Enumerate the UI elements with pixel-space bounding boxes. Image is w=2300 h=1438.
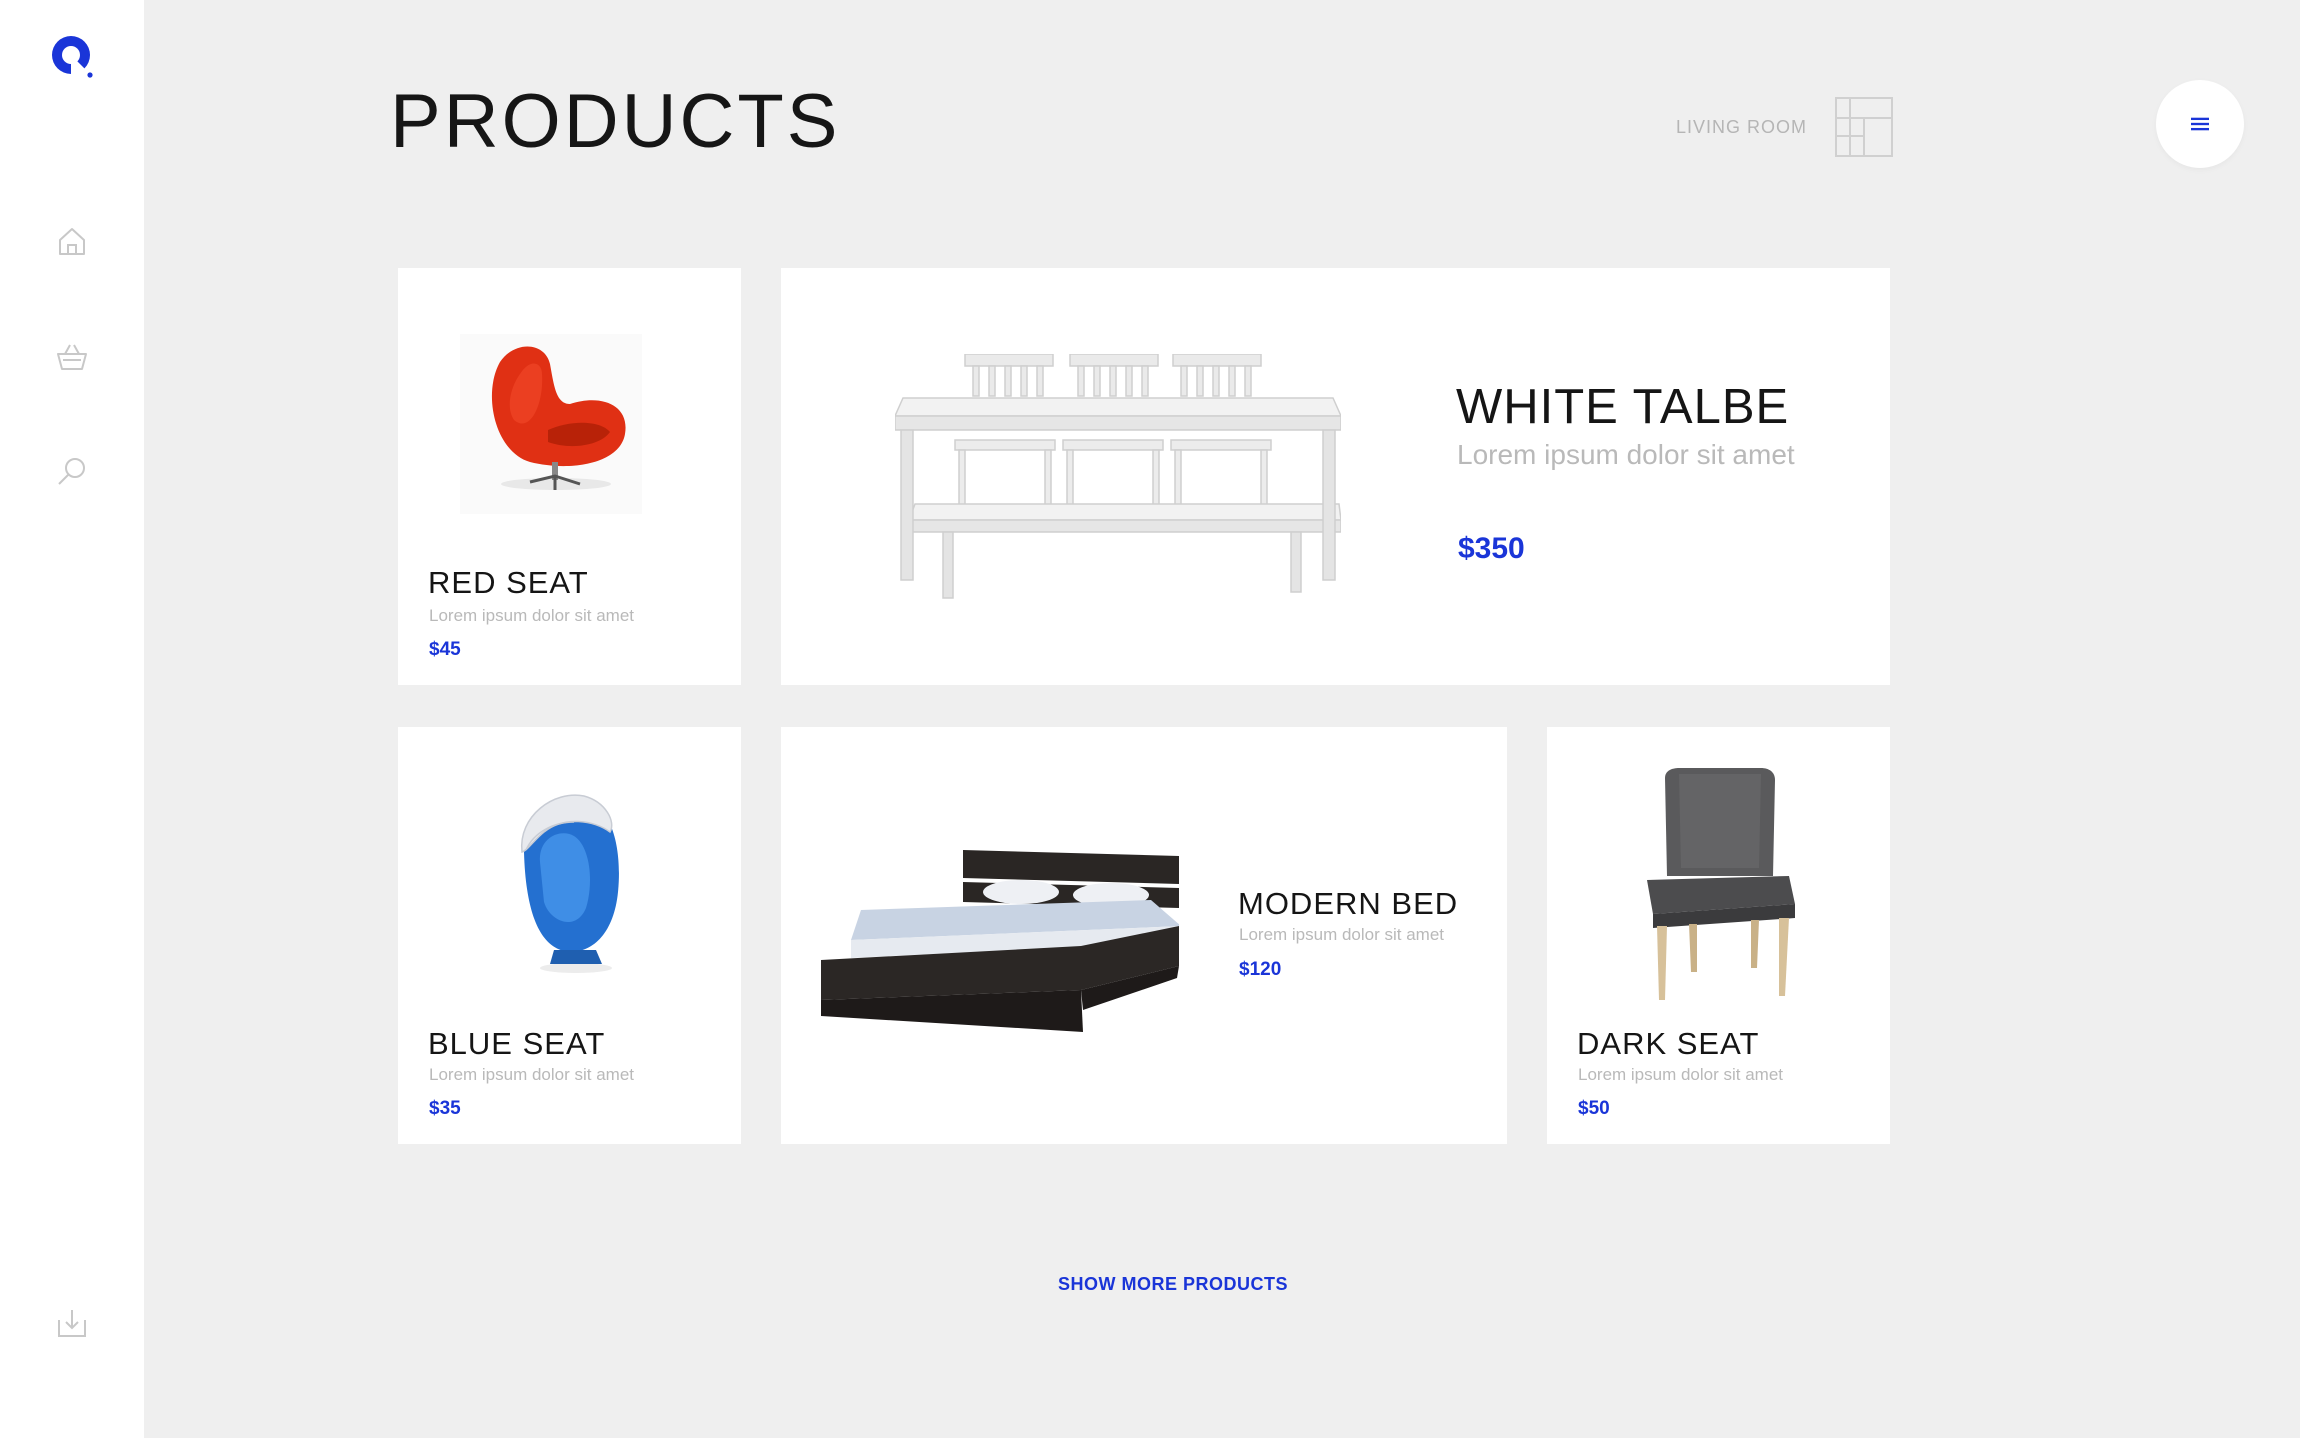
product-description: Lorem ipsum dolor sit amet — [1239, 925, 1445, 944]
product-card-red-seat[interactable]: RED SEAT Lorem ipsum dolor sit amet $45 — [398, 268, 741, 685]
page-title: PRODUCTS — [390, 79, 841, 164]
logo[interactable] — [50, 34, 94, 78]
product-price: $50 — [1578, 1098, 1610, 1119]
sidebar — [0, 0, 144, 1438]
product-description: Lorem ipsum dolor sit amet — [1457, 439, 1795, 470]
basket-icon[interactable] — [52, 337, 92, 377]
product-price: $350 — [1458, 532, 1525, 565]
product-description: Lorem ipsum dolor sit amet — [429, 606, 635, 625]
product-description: Lorem ipsum dolor sit amet — [1578, 1065, 1784, 1084]
shelf-icon[interactable] — [1834, 96, 1894, 158]
blue-seat-image — [514, 792, 626, 974]
product-card-dark-seat[interactable]: DARK SEAT Lorem ipsum dolor sit amet $50 — [1547, 727, 1890, 1144]
menu-button[interactable] — [2156, 80, 2244, 168]
modern-bed-image — [821, 850, 1181, 1032]
product-name: MODERN BED — [1238, 886, 1459, 921]
product-price: $45 — [429, 639, 461, 660]
white-table-image — [893, 353, 1343, 599]
product-card-modern-bed[interactable]: MODERN BED Lorem ipsum dolor sit amet $1… — [781, 727, 1507, 1144]
product-name: BLUE SEAT — [428, 1026, 606, 1061]
room-label[interactable]: LIVING ROOM — [1676, 117, 1807, 138]
red-seat-image — [460, 334, 642, 514]
product-price: $120 — [1239, 959, 1282, 980]
download-icon[interactable] — [52, 1303, 92, 1343]
product-name: WHITE TALBE — [1456, 380, 1790, 434]
dark-seat-image — [1639, 768, 1797, 1000]
product-price: $35 — [429, 1098, 461, 1119]
hamburger-icon — [2191, 117, 2209, 131]
home-icon[interactable] — [52, 221, 92, 261]
show-more-products-link[interactable]: SHOW MORE PRODUCTS — [1058, 1274, 1288, 1295]
search-icon[interactable] — [52, 452, 92, 492]
product-card-white-table[interactable]: WHITE TALBE Lorem ipsum dolor sit amet $… — [781, 268, 1890, 685]
product-name: DARK SEAT — [1577, 1026, 1760, 1061]
product-description: Lorem ipsum dolor sit amet — [429, 1065, 635, 1084]
product-card-blue-seat[interactable]: BLUE SEAT Lorem ipsum dolor sit amet $35 — [398, 727, 741, 1144]
product-name: RED SEAT — [428, 565, 589, 600]
